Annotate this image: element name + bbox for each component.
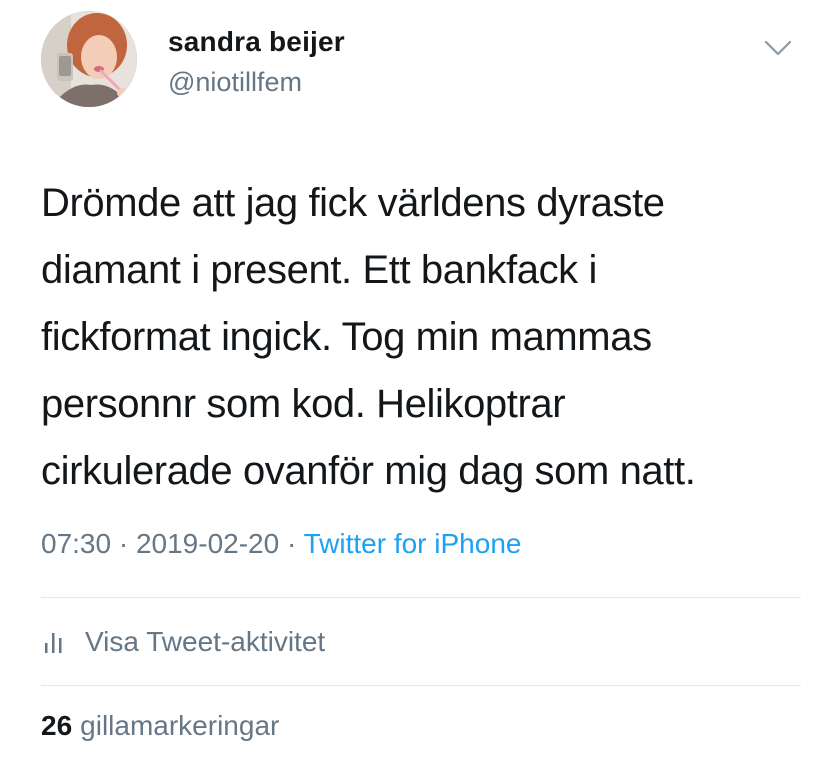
display-name[interactable]: sandra beijer [168,26,345,58]
likes-stat[interactable]: 26 gillamarkeringar [41,710,279,742]
tweet-text-line: diamant i present. Ett bankfack i [41,248,597,292]
tweet-detail: sandra beijer @niotillfem Drömde att jag… [0,0,828,765]
meta-separator: · [118,528,129,559]
chevron-down-icon[interactable] [762,36,794,60]
like-label: gillamarkeringar [80,710,280,741]
tweet-text-line: cirkulerade ovanför mig dag som natt. [41,449,696,493]
divider [41,685,801,686]
tweet-text-line: personnr som kod. Helikoptrar [41,382,566,426]
tweet-date[interactable]: 2019-02-20 [136,528,279,559]
divider [41,597,801,598]
tweet-source-link[interactable]: Twitter for iPhone [304,528,522,559]
tweet-time[interactable]: 07:30 [41,528,111,559]
like-count: 26 [41,710,73,741]
avatar[interactable] [41,11,137,107]
activity-label: Visa Tweet-aktivitet [85,626,326,657]
avatar-image [41,11,137,107]
tweet-text-line: Drömde att jag fick världens dyraste [41,181,665,225]
bar-chart-icon [45,633,62,653]
tweet-meta: 07:30 · 2019-02-20 · Twitter for iPhone [41,528,521,560]
tweet-text-line: fickformat ingick. Tog min mammas [41,315,652,359]
user-handle[interactable]: @niotillfem [168,67,302,98]
tweet-text: Drömde att jag fick världens dyraste dia… [41,170,781,505]
tweet-activity-button[interactable]: Visa Tweet-aktivitet [41,622,325,662]
meta-separator: · [286,528,297,559]
